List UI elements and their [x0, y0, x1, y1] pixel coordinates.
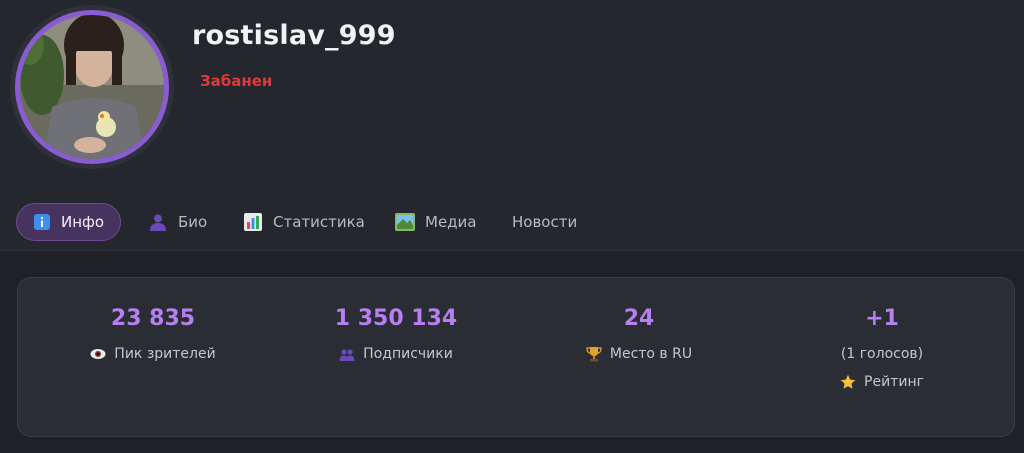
stats-card: 23 835 Пик зрителей 1 350 134 Подписчики…	[17, 277, 1015, 437]
stat-label: Рейтинг	[864, 374, 924, 390]
tab-bio[interactable]: Био	[132, 203, 223, 241]
votes-count: (1 голосов)	[840, 346, 924, 362]
stat-label-row: (1 голосов)	[762, 346, 1002, 362]
tab-news[interactable]: Новости	[496, 203, 593, 241]
status-badge: Забанен	[200, 72, 273, 90]
user-icon	[148, 212, 168, 232]
avatar-photo	[20, 15, 164, 159]
stat-label-row: Подписчики	[276, 346, 516, 362]
image-icon	[395, 212, 415, 232]
eye-icon	[90, 346, 106, 362]
stat-label-row: Пик зрителей	[33, 346, 273, 362]
divider	[0, 250, 1024, 251]
tab-info[interactable]: Инфо	[16, 203, 121, 241]
users-icon	[339, 346, 355, 362]
stat-label: Подписчики	[363, 346, 453, 362]
tab-label: Новости	[512, 213, 578, 231]
stat-value: 1 350 134	[334, 306, 458, 331]
tab-label: Медиа	[425, 213, 477, 231]
avatar[interactable]	[20, 15, 164, 159]
info-icon	[33, 212, 51, 232]
stat-value: 23 835	[110, 306, 196, 331]
bar-chart-icon	[243, 212, 263, 232]
tab-label: Инфо	[61, 213, 105, 231]
stat-value: +1	[865, 306, 899, 331]
stat-label: Пик зрителей	[114, 346, 216, 362]
tab-media[interactable]: Медиа	[379, 203, 492, 241]
tab-label: Био	[178, 213, 208, 231]
stat-label-row: Рейтинг	[762, 374, 1002, 390]
star-icon	[840, 374, 856, 390]
profile-tabs: Инфо Био Статистика Медиа Новости	[0, 203, 1024, 243]
username: rostislav_999	[192, 20, 396, 51]
tab-label: Статистика	[273, 213, 365, 231]
stat-label-row: Место в RU	[519, 346, 759, 362]
stat-value: 24	[623, 306, 655, 331]
tab-statistics[interactable]: Статистика	[227, 203, 381, 241]
stat-label: Место в RU	[609, 346, 693, 362]
trophy-icon	[586, 346, 602, 362]
